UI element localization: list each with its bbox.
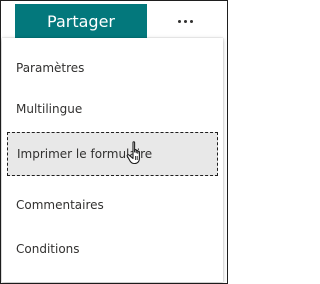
more-options-button[interactable] (151, 4, 219, 40)
more-horizontal-icon (177, 20, 193, 23)
menu-item-terms[interactable]: Conditions (7, 229, 218, 269)
menu-item-print-form[interactable]: Imprimer le formulaire (7, 132, 218, 176)
menu-item-settings[interactable]: Paramètres (7, 48, 218, 88)
share-button[interactable]: Partager (15, 4, 147, 40)
menu-item-multilingual[interactable]: Multilingue (7, 89, 218, 129)
more-options-menu: Paramètres Multilingue Imprimer le formu… (2, 38, 223, 282)
toolbar: Partager (1, 1, 227, 40)
menu-item-comments[interactable]: Commentaires (7, 185, 218, 225)
